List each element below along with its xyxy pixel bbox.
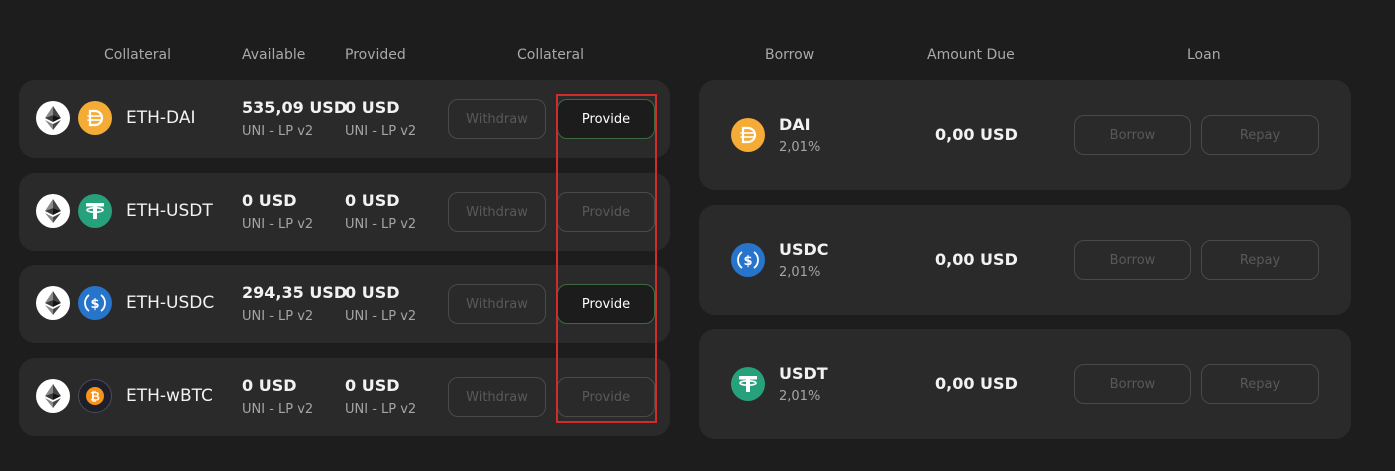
withdraw-button[interactable]: Withdraw [448,284,546,324]
provide-button[interactable]: Provide [557,284,655,324]
pair-label: ETH-DAI [126,108,196,128]
provide-button[interactable]: Provide [557,377,655,417]
header-amount-due: Amount Due [927,47,1015,63]
repay-button[interactable]: Repay [1201,240,1319,280]
provide-button[interactable]: Provide [557,192,655,232]
available-source: UNI - LP v2 [242,309,314,324]
available-source: UNI - LP v2 [242,402,314,417]
amount-due: 0,00 USD [935,250,1018,269]
usdc-icon: $ [78,286,112,320]
usdt-icon [731,367,765,401]
header-loan: Loan [1187,47,1221,63]
provided-source: UNI - LP v2 [345,309,417,324]
eth-icon [36,379,70,413]
withdraw-button[interactable]: Withdraw [448,377,546,417]
available-amount: 294,35 USD [242,283,348,302]
repay-button[interactable]: Repay [1201,115,1319,155]
borrow-rate: 2,01% [779,265,821,280]
usdt-icon [78,194,112,228]
provided-source: UNI - LP v2 [345,402,417,417]
dai-icon [78,101,112,135]
borrow-rate: 2,01% [779,140,821,155]
provided-amount: 0 USD [345,376,400,395]
pair-label: ETH-wBTC [126,386,213,406]
available-source: UNI - LP v2 [242,217,314,232]
header-collateral: Collateral [104,47,172,63]
borrow-button[interactable]: Borrow [1074,364,1191,404]
header-available: Available [242,47,306,63]
borrow-rate: 2,01% [779,389,821,404]
eth-icon [36,194,70,228]
amount-due: 0,00 USD [935,374,1018,393]
withdraw-button[interactable]: Withdraw [448,192,546,232]
borrow-asset-name: USDC [779,240,829,259]
header-provided: Provided [345,47,406,63]
eth-icon [36,101,70,135]
borrow-button[interactable]: Borrow [1074,115,1191,155]
pair-label: ETH-USDC [126,293,215,313]
provided-amount: 0 USD [345,191,400,210]
available-amount: 535,09 USD [242,98,348,117]
provided-source: UNI - LP v2 [345,124,417,139]
eth-icon [36,286,70,320]
svg-text:₿: ₿ [90,390,100,404]
header-collateral-actions: Collateral [517,47,585,63]
amount-due: 0,00 USD [935,125,1018,144]
wbtc-icon: ₿ [78,379,112,413]
pair-label: ETH-USDT [126,201,213,221]
withdraw-button[interactable]: Withdraw [448,99,546,139]
borrow-asset-name: DAI [779,115,811,134]
repay-button[interactable]: Repay [1201,364,1319,404]
borrow-asset-name: USDT [779,364,828,383]
available-amount: 0 USD [242,376,297,395]
svg-text:$: $ [90,297,99,312]
usdc-icon: $ [731,243,765,277]
provide-button[interactable]: Provide [557,99,655,139]
dai-icon [731,118,765,152]
provided-source: UNI - LP v2 [345,217,417,232]
svg-text:$: $ [743,254,752,269]
header-borrow: Borrow [765,47,815,63]
provided-amount: 0 USD [345,283,400,302]
available-source: UNI - LP v2 [242,124,314,139]
borrow-button[interactable]: Borrow [1074,240,1191,280]
available-amount: 0 USD [242,191,297,210]
provided-amount: 0 USD [345,98,400,117]
